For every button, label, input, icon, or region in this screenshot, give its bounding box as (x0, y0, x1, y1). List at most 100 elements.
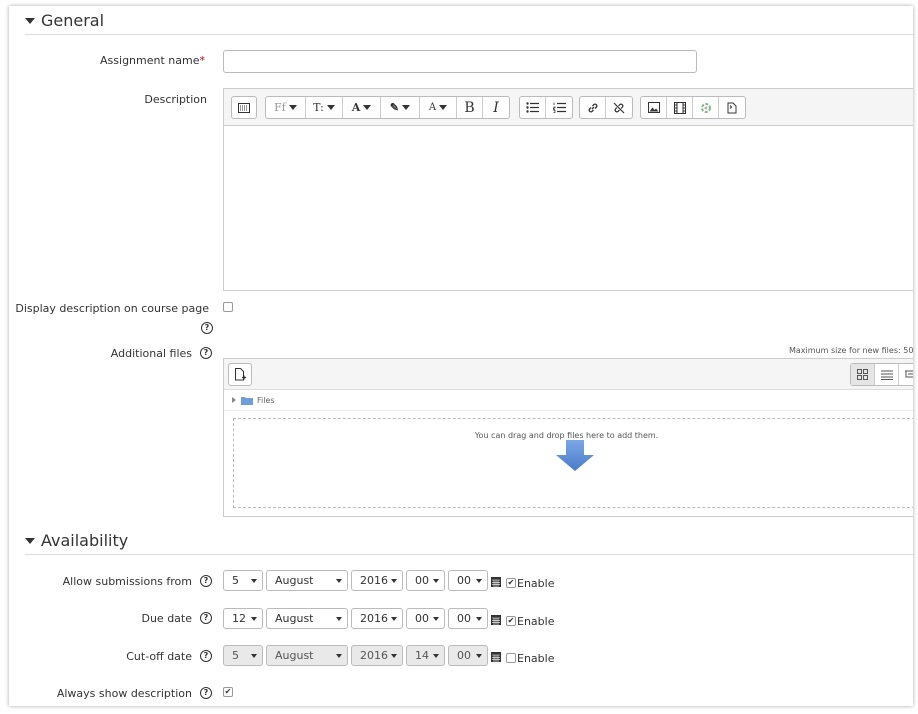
text-style-button[interactable]: A (420, 97, 457, 118)
always-show-description-label: Always show description (56, 687, 192, 700)
additional-files-label: Additional files (110, 347, 192, 360)
text-style-icon: A (428, 102, 437, 113)
numbered-list-icon (552, 102, 566, 113)
help-icon[interactable]: ? (200, 687, 212, 699)
toolbar-group-media (640, 96, 746, 119)
always-show-description-checkbox[interactable]: ✔ (223, 687, 233, 697)
toolbar-toggle-button[interactable] (232, 97, 256, 118)
highlight-color-button[interactable]: ✎ (381, 97, 420, 118)
due-date-month-select[interactable]: August (266, 608, 348, 629)
folder-icon (241, 396, 253, 405)
folder-name[interactable]: Files (257, 396, 275, 405)
due-date-year-select[interactable]: 2016 (351, 608, 403, 629)
allow-submissions-enable-checkbox[interactable]: ✔ (506, 578, 516, 588)
list-icon (880, 370, 893, 380)
keyboard-icon (238, 102, 250, 113)
font-color-button[interactable]: A (343, 97, 381, 118)
enable-label: Enable (517, 577, 555, 590)
list-view-button[interactable] (875, 364, 899, 385)
film-icon (673, 101, 686, 114)
availability-section-header[interactable]: Availability (25, 527, 128, 553)
cutoff-date-label: Cut-off date (126, 650, 192, 663)
allow-submissions-year-select[interactable]: 2016 (351, 570, 403, 591)
image-icon (647, 102, 660, 113)
cutoff-date-month-select[interactable]: August (266, 645, 348, 666)
numbered-list-button[interactable] (546, 97, 572, 118)
tree-view-button[interactable] (899, 364, 913, 385)
insert-image-button[interactable] (641, 97, 667, 118)
grid-icon (857, 369, 868, 380)
link-icon (588, 103, 597, 112)
general-section-title: General (41, 10, 105, 30)
drop-instructions: You can drag and drop files here to add … (474, 431, 659, 440)
calendar-icon[interactable] (491, 651, 501, 662)
due-date-hour-select[interactable]: 00 (406, 608, 445, 629)
collapse-caret-icon (25, 18, 35, 24)
allow-submissions-label: Allow submissions from (62, 575, 192, 588)
enable-label: Enable (517, 652, 555, 665)
font-size-button[interactable]: T: (306, 97, 343, 118)
help-icon[interactable]: ? (200, 347, 212, 359)
unlink-button[interactable] (606, 97, 632, 118)
cutoff-date-year-select[interactable]: 2016 (351, 645, 403, 666)
collapse-caret-icon (25, 538, 35, 544)
allow-submissions-day-select[interactable]: 5 (223, 570, 263, 591)
section-divider (25, 34, 913, 35)
add-file-icon (235, 368, 246, 381)
recycle-icon (700, 102, 711, 113)
description-label: Description (144, 93, 207, 106)
drop-arrow-icon (556, 440, 594, 471)
expand-triangle-icon[interactable] (232, 397, 236, 403)
file-manager: Files You can drag and drop files here t… (223, 358, 913, 517)
due-date-enable-checkbox[interactable]: ✔ (506, 616, 516, 626)
insert-media-button[interactable] (667, 97, 693, 118)
tree-icon (905, 370, 913, 377)
bold-button[interactable]: B (457, 97, 483, 118)
assignment-name-label: Assignment name* (100, 54, 205, 67)
assignment-settings-form: General Assignment name* Description Ff … (9, 6, 913, 706)
font-family-button[interactable]: Ff (266, 97, 306, 118)
help-icon[interactable]: ? (200, 612, 212, 624)
help-icon[interactable]: ? (201, 322, 213, 334)
assignment-name-input[interactable] (223, 50, 697, 73)
toolbar-group-lists (519, 96, 573, 119)
due-date-minute-select[interactable]: 00 (448, 608, 488, 629)
enable-label: Enable (517, 615, 555, 628)
highlighter-icon: ✎ (389, 101, 400, 114)
help-icon[interactable]: ? (200, 650, 212, 662)
calendar-icon[interactable] (491, 614, 501, 625)
display-description-checkbox[interactable] (223, 302, 233, 312)
allow-submissions-month-select[interactable]: August (266, 570, 348, 591)
file-path-bar: Files (224, 390, 913, 411)
display-description-label: Display description on course page (15, 302, 209, 315)
icon-view-button[interactable] (851, 364, 875, 385)
font-color-icon: A (351, 101, 361, 114)
editor-content-area[interactable] (224, 126, 913, 290)
description-editor[interactable]: Ff T: A ✎ A B I (223, 88, 913, 291)
general-section-header[interactable]: General (25, 7, 104, 33)
toolbar-group-format: Ff T: A ✎ A B I (265, 96, 510, 119)
insert-equation-button[interactable] (693, 97, 719, 118)
insert-link-button[interactable] (580, 97, 606, 118)
editor-toolbar: Ff T: A ✎ A B I (224, 89, 913, 126)
cutoff-date-enable-checkbox[interactable] (506, 653, 516, 663)
max-size-note: Maximum size for new files: 500 (789, 346, 913, 355)
cutoff-date-hour-select[interactable]: 14 (406, 645, 445, 666)
required-marker: * (199, 54, 206, 67)
cutoff-date-day-select[interactable]: 5 (223, 645, 263, 666)
help-icon[interactable]: ? (200, 575, 212, 587)
bulleted-list-button[interactable] (520, 97, 546, 118)
add-file-button[interactable] (228, 363, 252, 386)
italic-button[interactable]: I (483, 97, 509, 118)
file-manager-toolbar (224, 359, 913, 390)
document-tag-icon (727, 102, 737, 113)
toolbar-group-links (579, 96, 633, 119)
allow-submissions-hour-select[interactable]: 00 (406, 570, 445, 591)
allow-submissions-minute-select[interactable]: 00 (448, 570, 488, 591)
view-switcher (850, 363, 913, 386)
manage-files-button[interactable] (719, 97, 745, 118)
due-date-day-select[interactable]: 12 (223, 608, 263, 629)
calendar-icon[interactable] (491, 576, 501, 587)
cutoff-date-minute-select[interactable]: 00 (448, 645, 488, 666)
toolbar-group-collapse (231, 96, 257, 119)
